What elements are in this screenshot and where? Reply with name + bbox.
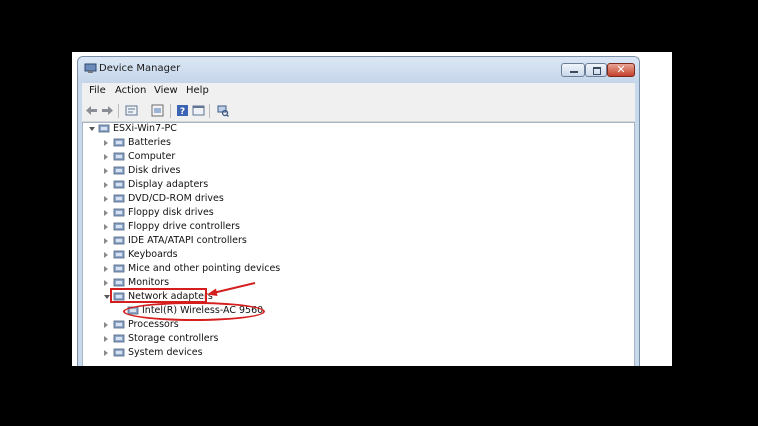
computer-network-icon	[98, 124, 110, 133]
tree-item-label: Mice and other pointing devices	[128, 263, 281, 274]
tree-item-label: Computer	[128, 151, 176, 162]
tree-item-label: Floppy drive controllers	[128, 221, 240, 232]
expand-arrow-icon[interactable]	[104, 252, 108, 258]
scan-hardware-icon[interactable]	[216, 104, 229, 117]
collapse-arrow-icon[interactable]	[89, 127, 95, 131]
forward-icon[interactable]	[101, 104, 114, 117]
expand-arrow-icon[interactable]	[104, 154, 108, 160]
expand-arrow-icon[interactable]	[104, 336, 108, 342]
tree-item-label: IDE ATA/ATAPI controllers	[128, 235, 247, 246]
expand-arrow-icon[interactable]	[104, 182, 108, 188]
toolbar-separator	[118, 104, 119, 118]
back-icon[interactable]	[85, 104, 98, 117]
svg-text:?: ?	[180, 107, 185, 117]
minimize-button[interactable]	[561, 63, 585, 77]
close-icon: ✕	[616, 63, 626, 76]
expand-arrow-icon[interactable]	[104, 210, 108, 216]
expand-arrow-icon[interactable]	[104, 350, 108, 356]
tree-item-label: Display adapters	[128, 179, 209, 190]
tree-item-label: DVD/CD-ROM drives	[128, 193, 224, 204]
expand-arrow-icon[interactable]	[104, 196, 108, 202]
maximize-icon	[593, 67, 601, 75]
tree-item-label: Storage controllers	[128, 333, 219, 344]
expand-arrow-icon[interactable]	[104, 168, 108, 174]
tree-item-label: System devices	[128, 347, 203, 358]
properties-icon[interactable]	[125, 104, 138, 117]
tree-item-label: ESXi-Win7-PC	[113, 123, 177, 134]
help-icon[interactable]: ?	[176, 104, 189, 117]
mouse-icon	[113, 264, 125, 273]
monitor-icon	[113, 278, 125, 287]
ide-controller-icon	[113, 236, 125, 245]
floppy-controller-icon	[113, 222, 125, 231]
disk-drive-icon	[113, 166, 125, 175]
system-device-icon	[113, 348, 125, 357]
display-adapter-icon	[113, 180, 125, 189]
tree-item-label: Batteries	[128, 137, 171, 148]
device-manager-icon	[84, 63, 97, 73]
close-button[interactable]: ✕	[607, 63, 635, 77]
highlight-oval	[123, 302, 265, 321]
floppy-disk-icon	[113, 208, 125, 217]
expand-arrow-icon[interactable]	[104, 266, 108, 272]
processor-icon	[113, 320, 125, 329]
expand-arrow-icon[interactable]	[104, 224, 108, 230]
console-tree-icon[interactable]	[192, 104, 205, 117]
toolbar: ?	[82, 101, 635, 122]
menu-action[interactable]: Action	[115, 85, 146, 96]
window-title: Device Manager	[99, 63, 181, 74]
expand-arrow-icon[interactable]	[104, 280, 108, 286]
highlight-rectangle	[110, 288, 207, 303]
tree-item-label: Floppy disk drives	[128, 207, 214, 218]
dvd-drive-icon	[113, 194, 125, 203]
show-hide-icon[interactable]	[151, 104, 164, 117]
minimize-icon	[570, 71, 578, 73]
keyboard-icon	[113, 250, 125, 259]
tree-item-label: Keyboards	[128, 249, 178, 260]
menu-file[interactable]: File	[89, 85, 106, 96]
expand-arrow-icon[interactable]	[104, 140, 108, 146]
tree-item-label: Disk drives	[128, 165, 181, 176]
toolbar-separator	[170, 104, 171, 118]
expand-arrow-icon[interactable]	[104, 238, 108, 244]
menu-help[interactable]: Help	[186, 85, 209, 96]
storage-controller-icon	[113, 334, 125, 343]
expand-arrow-icon[interactable]	[104, 322, 108, 328]
maximize-button[interactable]	[585, 63, 607, 77]
battery-icon	[113, 138, 125, 147]
computer-icon	[113, 152, 125, 161]
toolbar-separator	[209, 104, 210, 118]
title-bar[interactable]: Device Manager ✕	[78, 57, 639, 83]
annotation-arrow-icon	[207, 282, 256, 296]
menu-view[interactable]: View	[154, 85, 178, 96]
menu-bar: File Action View Help	[82, 83, 635, 101]
